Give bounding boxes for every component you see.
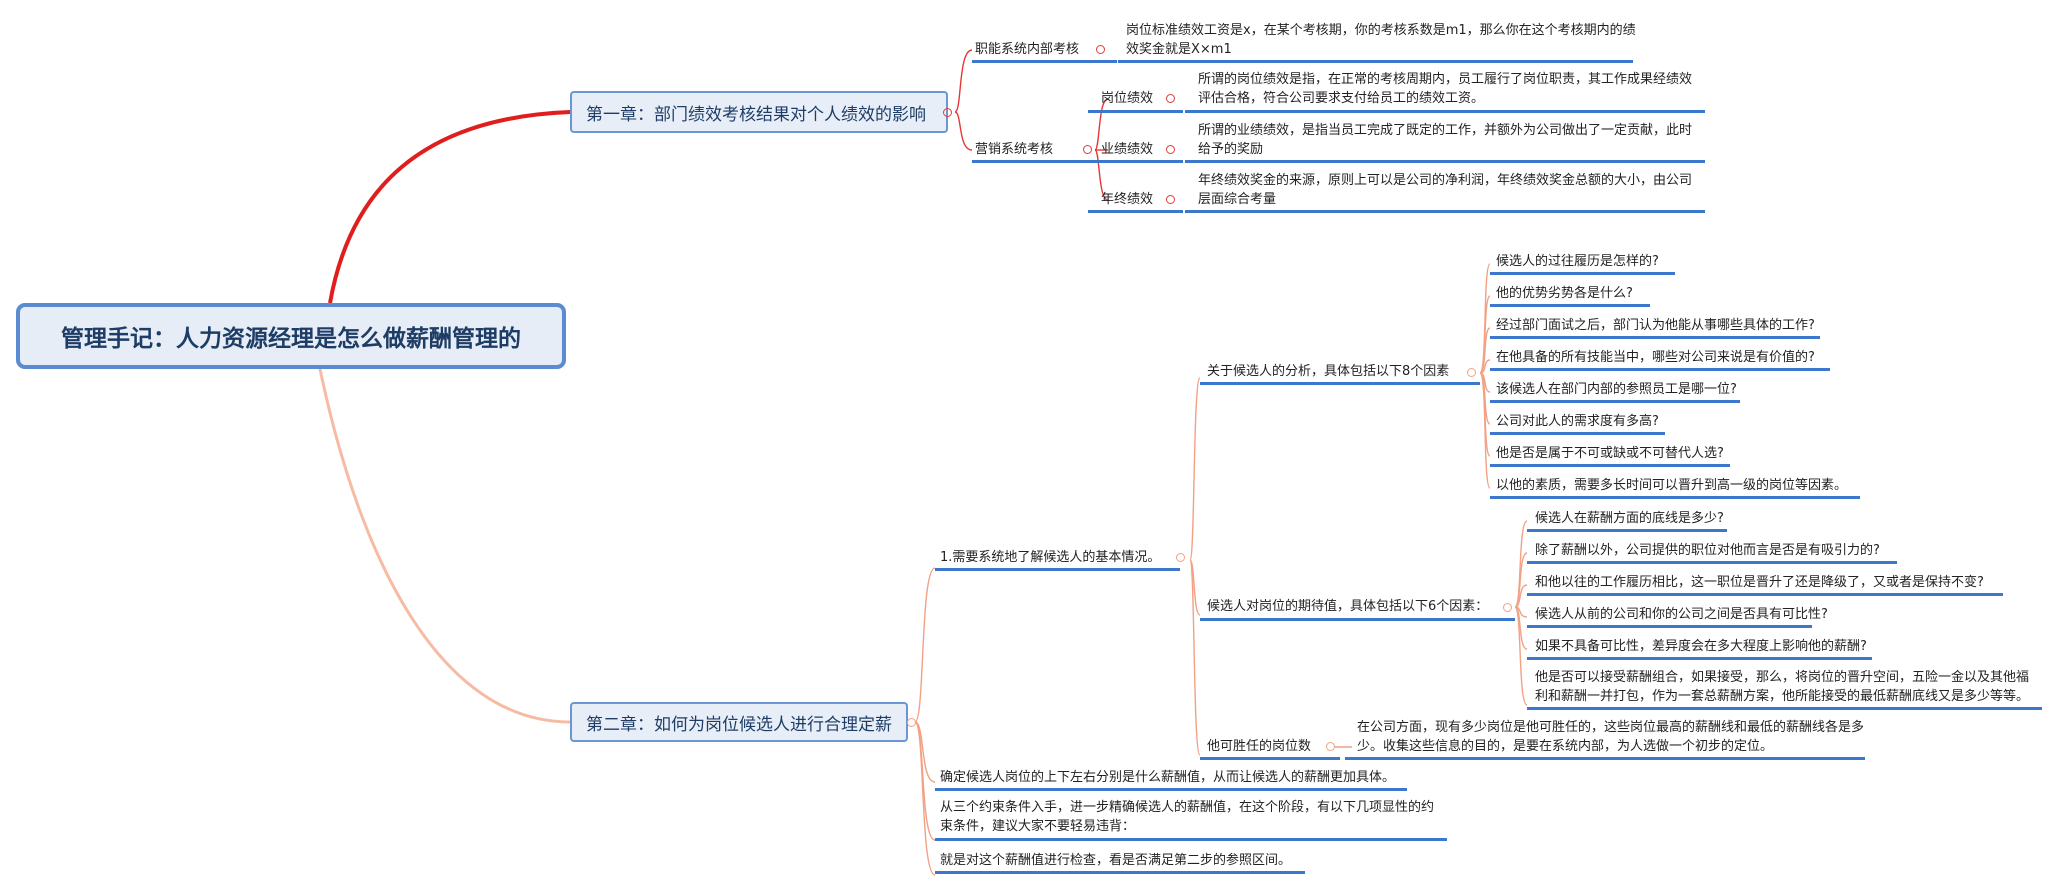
topic-underline xyxy=(1490,400,1740,403)
topic-underline xyxy=(1527,707,2042,710)
topic-underline xyxy=(1185,110,1705,113)
topic-underline xyxy=(1527,657,1872,660)
collapse-toggle-icon[interactable] xyxy=(1096,45,1105,54)
expectation-item[interactable]: 除了薪酬以外，公司提供的职位对他而言是否是有吸引力的? xyxy=(1535,541,1880,560)
collapse-toggle-icon[interactable] xyxy=(1176,553,1185,562)
analysis-item[interactable]: 经过部门面试之后，部门认为他能从事哪些具体的工作? xyxy=(1496,316,1815,335)
analysis-item[interactable]: 在他具备的所有技能当中，哪些对公司来说是有价值的? xyxy=(1496,348,1815,367)
sales-assessment-label[interactable]: 营销系统考核 xyxy=(975,140,1053,159)
chapter2-topic[interactable]: 第二章：如何为岗位候选人进行合理定薪 xyxy=(570,702,908,742)
step4-text[interactable]: 就是对这个薪酬值进行检查，看是否满足第二步的参照区间。 xyxy=(940,851,1291,870)
topic-underline xyxy=(1185,160,1705,163)
topic-underline xyxy=(935,568,1180,571)
expectation-item[interactable]: 候选人在薪酬方面的底线是多少? xyxy=(1535,509,1724,528)
topic-underline xyxy=(1490,304,1650,307)
func-assessment-label[interactable]: 职能系统内部考核 xyxy=(975,40,1079,59)
analysis-item[interactable]: 以他的素质，需要多长时间可以晋升到高一级的岗位等因素。 xyxy=(1496,476,1847,495)
root-title: 管理手记：人力资源经理是怎么做薪酬管理的 xyxy=(61,326,521,352)
topic-underline xyxy=(1527,593,2003,596)
step2-text[interactable]: 确定候选人岗位的上下左右分别是什么薪酬值，从而让候选人的薪酬更加具体。 xyxy=(940,768,1395,787)
collapse-toggle-icon[interactable] xyxy=(1166,195,1175,204)
sales-item-label[interactable]: 岗位绩效 xyxy=(1101,89,1153,108)
topic-underline xyxy=(1088,210,1183,213)
topic-underline xyxy=(935,838,1447,841)
topic-underline xyxy=(1490,336,1820,339)
topic-underline xyxy=(1527,529,1727,532)
positions-text[interactable]: 在公司方面，现有多少岗位是他可胜任的，这些岗位最高的薪酬线和最低的薪酬线各是多少… xyxy=(1357,718,1867,756)
topic-underline xyxy=(1185,210,1705,213)
topic-underline xyxy=(935,788,1407,791)
collapse-toggle-icon[interactable] xyxy=(1467,368,1476,377)
topic-underline xyxy=(1088,160,1183,163)
sales-item-label[interactable]: 年终绩效 xyxy=(1101,190,1153,209)
analysis-item[interactable]: 公司对此人的需求度有多高? xyxy=(1496,412,1659,431)
topic-underline xyxy=(935,871,1305,874)
expectation-item[interactable]: 如果不具备可比性，差异度会在多大程度上影响他的薪酬? xyxy=(1535,637,1867,656)
collapse-toggle-icon[interactable] xyxy=(943,108,952,117)
topic-underline xyxy=(1490,432,1665,435)
step1-label[interactable]: 1.需要系统地了解候选人的基本情况。 xyxy=(940,548,1160,567)
collapse-toggle-icon[interactable] xyxy=(1503,603,1512,612)
chapter1-topic[interactable]: 第一章：部门绩效考核结果对个人绩效的影响 xyxy=(570,91,948,133)
collapse-toggle-icon[interactable] xyxy=(1166,94,1175,103)
root-topic[interactable]: 管理手记：人力资源经理是怎么做薪酬管理的 xyxy=(16,303,566,369)
chapter1-title: 第一章：部门绩效考核结果对个人绩效的影响 xyxy=(586,104,926,125)
func-assessment-text[interactable]: 岗位标准绩效工资是x，在某个考核期，你的考核系数是m1，那么你在这个考核期内的绩… xyxy=(1126,21,1646,59)
expectation-item[interactable]: 候选人从前的公司和你的公司之间是否具有可比性? xyxy=(1535,605,1828,624)
topic-underline xyxy=(1345,757,1865,760)
sales-item-text[interactable]: 年终绩效奖金的来源，原则上可以是公司的净利润，年终绩效奖金总额的大小，由公司层面… xyxy=(1198,171,1698,209)
topic-underline xyxy=(1200,382,1480,385)
step3-text[interactable]: 从三个约束条件入手，进一步精确候选人的薪酬值，在这个阶段，有以下几项显性的约束条… xyxy=(940,798,1440,836)
analysis-label[interactable]: 关于候选人的分析，具体包括以下8个因素 xyxy=(1207,362,1449,381)
topic-underline xyxy=(1527,561,1897,564)
collapse-toggle-icon[interactable] xyxy=(1166,145,1175,154)
topic-underline xyxy=(1118,60,1633,63)
expectation-item[interactable]: 他是否可以接受薪酬组合，如果接受，那么，将岗位的晋升空间，五险一金以及其他福利和… xyxy=(1535,668,2035,706)
analysis-item[interactable]: 该候选人在部门内部的参照员工是哪一位? xyxy=(1496,380,1737,399)
chapter2-title: 第二章：如何为岗位候选人进行合理定薪 xyxy=(586,714,892,735)
topic-underline xyxy=(1490,368,1830,371)
topic-underline xyxy=(972,60,1117,63)
collapse-toggle-icon[interactable] xyxy=(907,718,916,727)
topic-underline xyxy=(1088,110,1183,113)
topic-underline xyxy=(1490,464,1730,467)
expectation-item[interactable]: 和他以往的工作履历相比，这一职位是晋升了还是降级了，又或者是保持不变? xyxy=(1535,573,1984,592)
analysis-item[interactable]: 他是否是属于不可或缺或不可替代人选? xyxy=(1496,444,1724,463)
sales-item-text[interactable]: 所谓的业绩绩效，是指当员工完成了既定的工作，并额外为公司做出了一定贡献，此时给予… xyxy=(1198,121,1698,159)
collapse-toggle-icon[interactable] xyxy=(1083,145,1092,154)
analysis-item[interactable]: 候选人的过往履历是怎样的? xyxy=(1496,252,1659,271)
sales-item-label[interactable]: 业绩绩效 xyxy=(1101,140,1153,159)
sales-item-text[interactable]: 所谓的岗位绩效是指，在正常的考核周期内，员工履行了岗位职责，其工作成果经绩效评估… xyxy=(1198,70,1698,108)
analysis-item[interactable]: 他的优势劣势各是什么? xyxy=(1496,284,1633,303)
topic-underline xyxy=(972,160,1094,163)
topic-underline xyxy=(1490,272,1675,275)
collapse-toggle-icon[interactable] xyxy=(1326,742,1335,751)
topic-underline xyxy=(1490,496,1860,499)
expectation-label[interactable]: 候选人对岗位的期待值，具体包括以下6个因素： xyxy=(1207,597,1488,616)
positions-label[interactable]: 他可胜任的岗位数 xyxy=(1207,737,1311,756)
topic-underline xyxy=(1527,625,1812,628)
topic-underline xyxy=(1200,757,1340,760)
topic-underline xyxy=(1200,618,1515,621)
